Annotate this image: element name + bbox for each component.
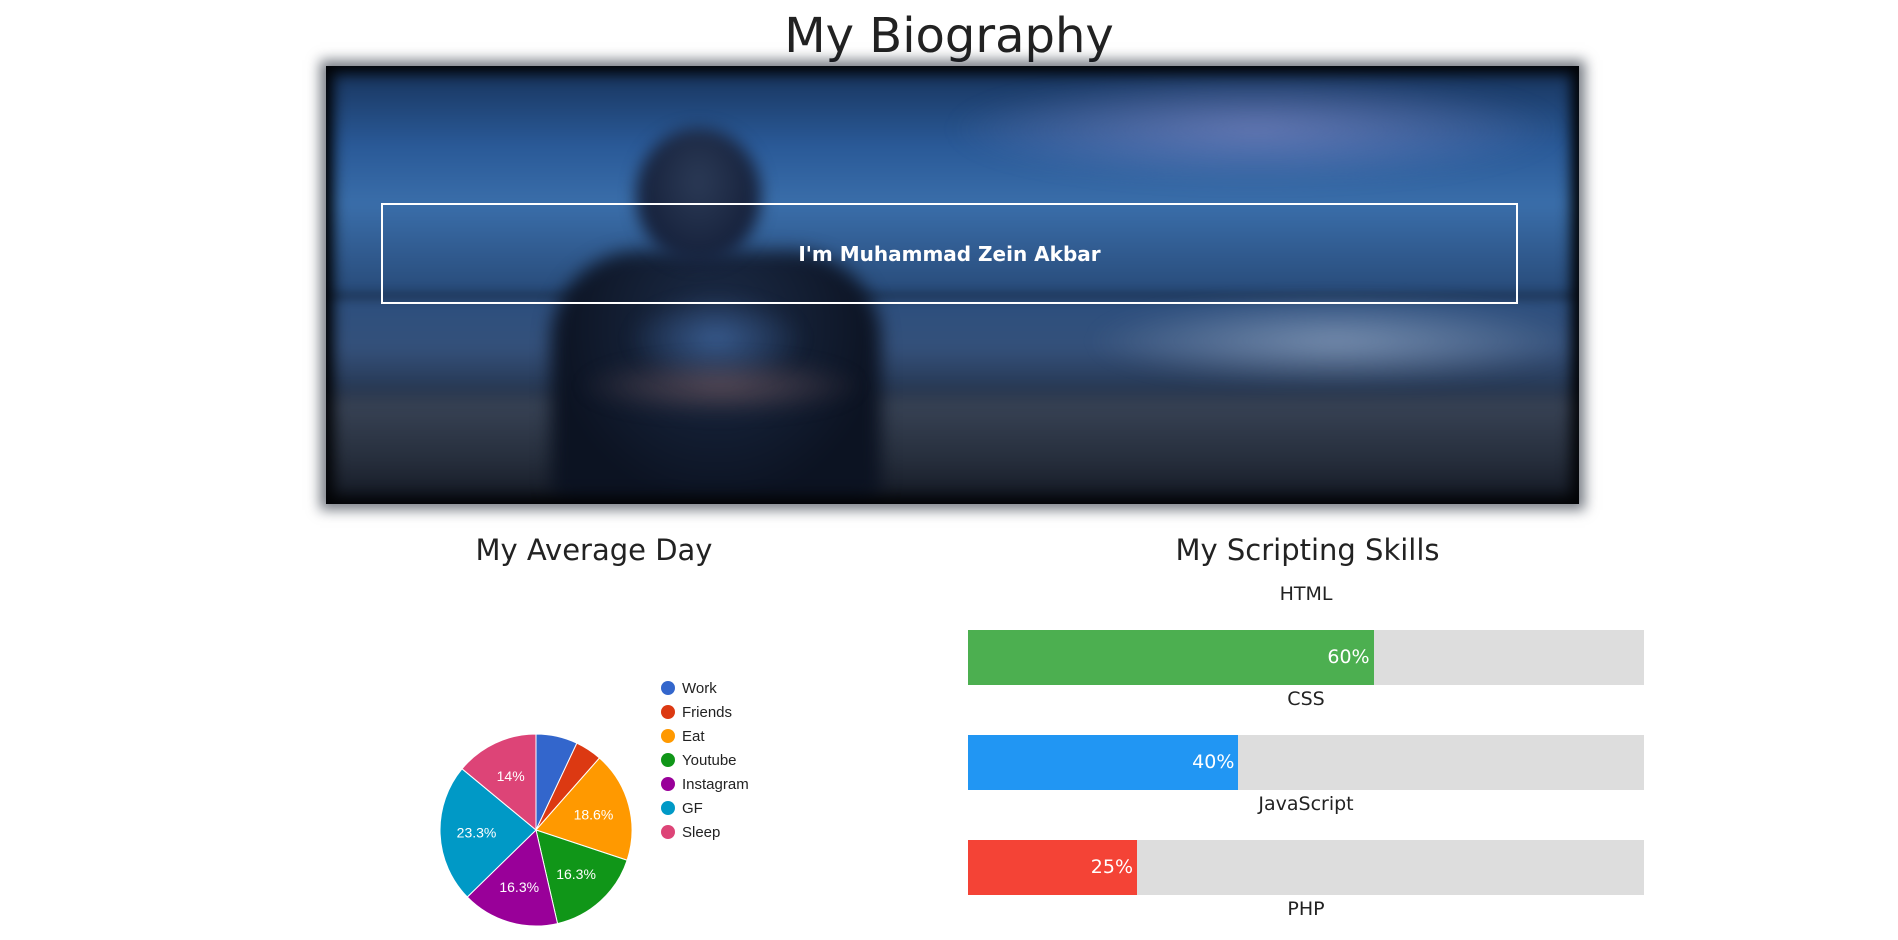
skill-bar-track-css: 40% (968, 735, 1644, 790)
hero-caption-text: I'm Muhammad Zein Akbar (798, 241, 1101, 266)
pie-slice-label-youtube: 16.3% (556, 866, 596, 882)
skill-bar-fill-html: 60% (968, 630, 1374, 685)
skill-bar-fill-css: 40% (968, 735, 1239, 790)
skill-bar-track-html: 60% (968, 630, 1644, 685)
legend-marker-eat[interactable] (661, 729, 675, 743)
legend-marker-work[interactable] (661, 681, 675, 695)
skill-label-html: HTML (1279, 583, 1333, 605)
legend-label-youtube[interactable]: Youtube (682, 752, 737, 769)
skill-bar-fill-javascript: 25% (968, 840, 1137, 895)
legend-label-eat[interactable]: Eat (682, 728, 705, 745)
legend-label-sleep[interactable]: Sleep (682, 824, 720, 841)
legend-label-instagram[interactable]: Instagram (682, 776, 749, 793)
legend-label-gf[interactable]: GF (682, 800, 703, 817)
legend-marker-gf[interactable] (661, 801, 675, 815)
skills-title: My Scripting Skills (1175, 533, 1440, 567)
pie-slice-label-gf: 23.3% (457, 824, 497, 840)
hero-banner: I'm Muhammad Zein Akbar (326, 66, 1579, 504)
legend-marker-instagram[interactable] (661, 777, 675, 791)
legend-marker-youtube[interactable] (661, 753, 675, 767)
skill-label-javascript: JavaScript (1258, 793, 1354, 815)
average-day-title: My Average Day (475, 533, 713, 567)
pie-slice-label-eat: 18.6% (574, 806, 614, 822)
skill-bar-track-javascript: 25% (968, 840, 1644, 895)
pie-slice-label-instagram: 16.3% (499, 879, 539, 895)
legend-label-work[interactable]: Work (682, 680, 717, 697)
skill-label-css: CSS (1287, 688, 1325, 710)
legend-label-friends[interactable]: Friends (682, 704, 732, 721)
legend-marker-sleep[interactable] (661, 825, 675, 839)
hero-caption-box: I'm Muhammad Zein Akbar (381, 203, 1518, 304)
skill-label-php: PHP (1287, 898, 1325, 920)
average-day-pie-chart: 18.6% 16.3% 16.3% 23.3% 14% Work Friends Eat Yo… (439, 680, 749, 927)
pie-slice-label-sleep: 14% (497, 768, 525, 784)
page-title: My Biography (784, 8, 1114, 64)
legend-marker-friends[interactable] (661, 705, 675, 719)
